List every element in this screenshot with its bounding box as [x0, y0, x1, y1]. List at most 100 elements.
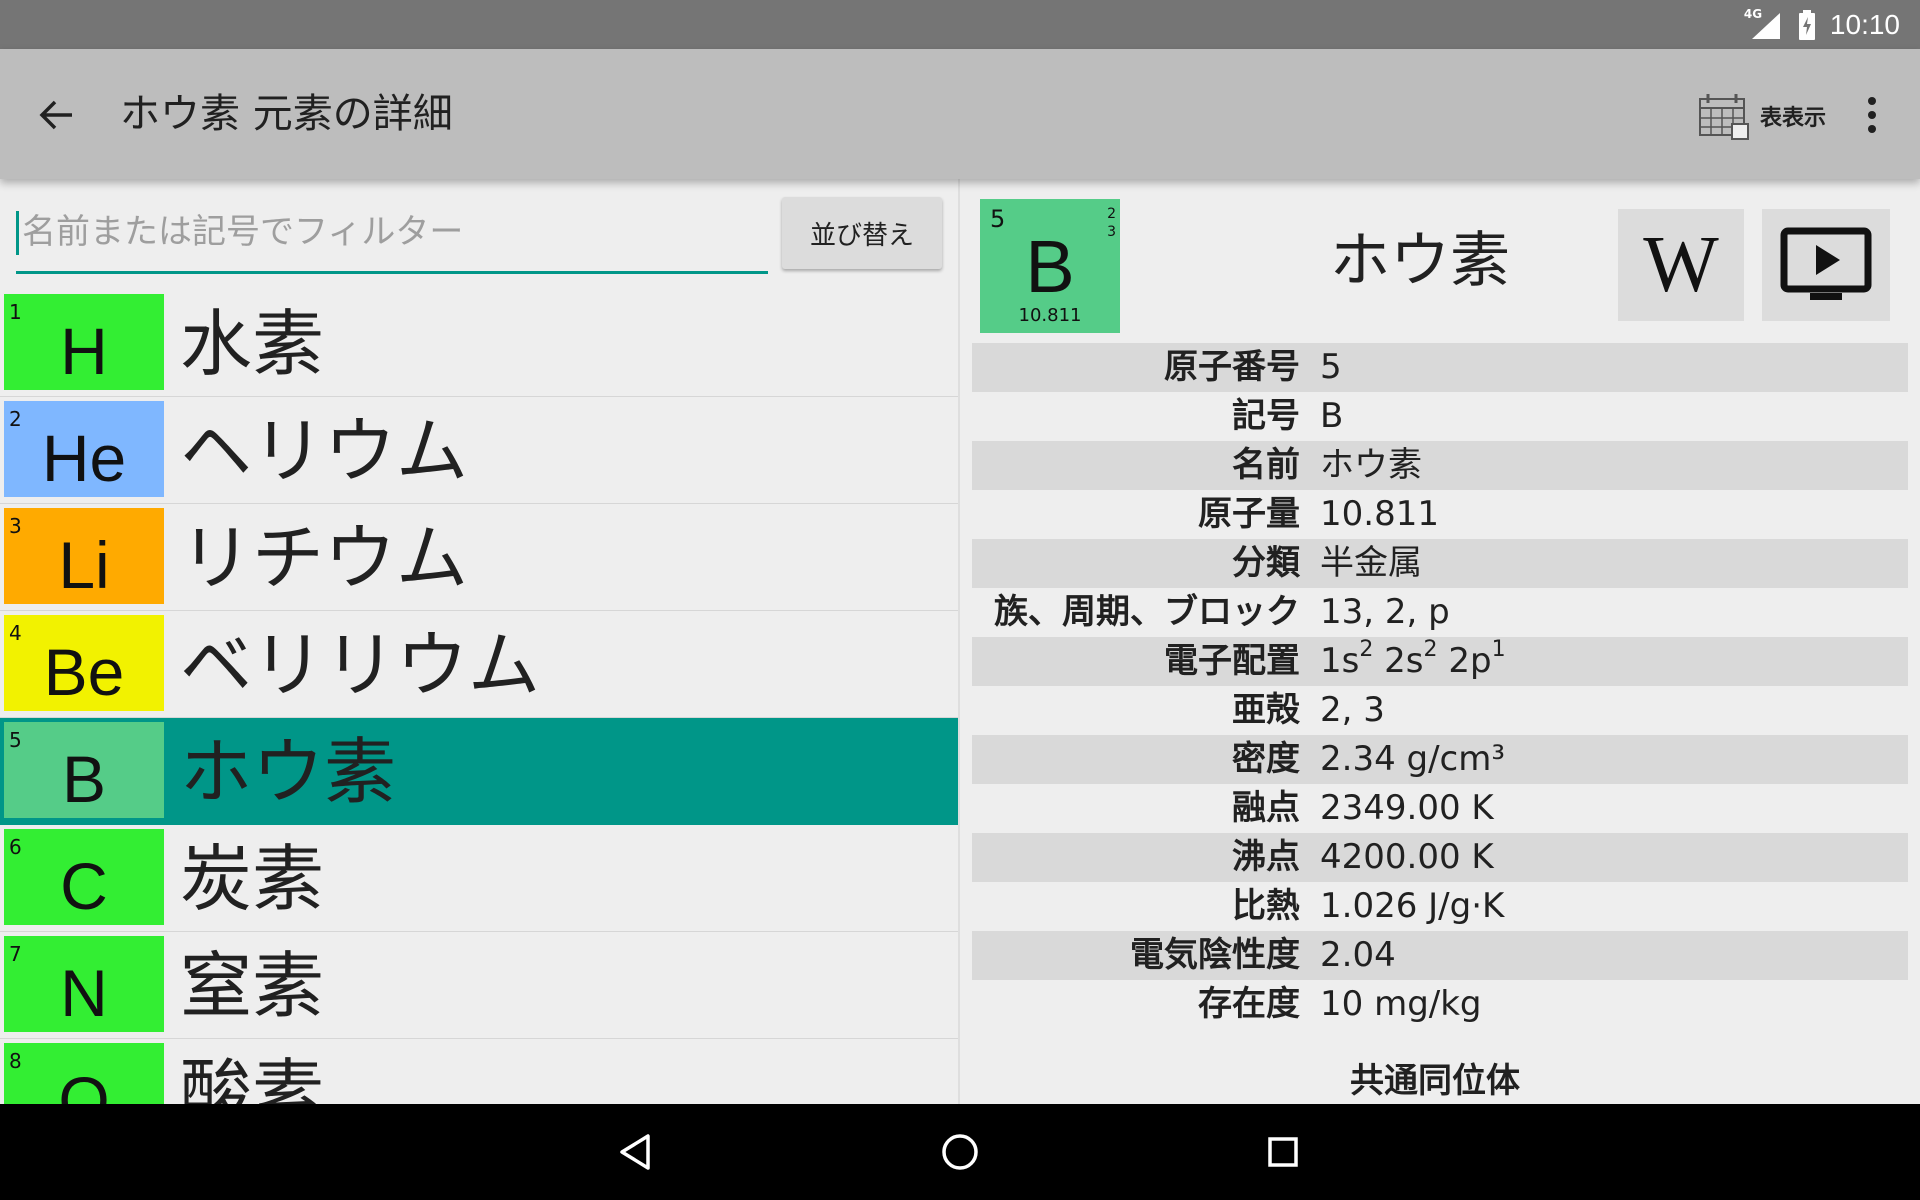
property-row: 亜殻 2, 3 [972, 686, 1908, 735]
electron-count: 2 [1359, 636, 1374, 662]
status-time: 10:10 [1829, 8, 1900, 40]
element-list-item[interactable]: 6 C 炭素 [0, 825, 958, 932]
element-symbol: C [60, 849, 108, 923]
nav-recents-button[interactable] [1253, 1122, 1313, 1182]
property-row: 沸点 4200.00 K [972, 833, 1908, 882]
property-row: 名前 ホウ素 [972, 441, 1908, 490]
element-list-item[interactable]: 7 N 窒素 [0, 932, 958, 1039]
cell-signal-icon: 4G [1744, 7, 1784, 41]
property-row: 記号 B [972, 392, 1908, 441]
property-label: 電子配置 [1164, 641, 1300, 681]
video-button[interactable] [1762, 209, 1890, 321]
shell-count: 2 [1107, 206, 1116, 222]
page-title: ホウ素 元素の詳細 [120, 91, 453, 137]
element-name: ヘリウム [180, 409, 469, 493]
app-bar: ホウ素 元素の詳細 表表示 [0, 49, 1920, 179]
filter-field [16, 197, 768, 274]
wikipedia-icon: W [1643, 221, 1719, 309]
nav-home-button[interactable] [930, 1122, 990, 1182]
element-tile: 5 2 3 B 10.811 [980, 199, 1120, 333]
property-label: 名前 [1232, 445, 1300, 485]
property-value: 2.04 [1320, 935, 1396, 975]
element-name: ホウ素 [180, 730, 397, 814]
property-row: 存在度 10 mg/kg [972, 980, 1908, 1029]
text-cursor [16, 211, 19, 255]
element-tile: 4 Be [4, 615, 164, 711]
property-row: 原子番号 5 [972, 343, 1908, 392]
navigation-bar [0, 1104, 1920, 1200]
electron-count: 2 [1423, 636, 1438, 662]
property-row: 比熱 1.026 J/g·K [972, 882, 1908, 931]
back-button[interactable] [28, 87, 84, 143]
property-value: 4200.00 K [1320, 837, 1494, 877]
wikipedia-button[interactable]: W [1618, 209, 1744, 321]
element-tile: 7N [4, 936, 164, 1032]
circle-home-icon [942, 1134, 978, 1170]
orbital: 2s [1384, 641, 1424, 681]
element-detail-pane: 5 2 3 B 10.811 ホウ素 W 原子番号 5 記号 B 名前 ホウ素 原子量 10.… [960, 179, 1920, 1104]
orbital: 1s [1320, 641, 1360, 681]
nav-back-button[interactable] [606, 1122, 666, 1182]
property-label: 原子量 [1198, 494, 1300, 534]
table-view-label: 表表示 [1760, 106, 1827, 131]
filter-input[interactable] [16, 197, 762, 267]
property-value: 2349.00 K [1320, 788, 1494, 828]
sort-button[interactable]: 並び替え [782, 197, 942, 269]
property-value: 5 [1320, 347, 1342, 387]
electron-count: 1 [1491, 636, 1506, 662]
property-label: 亜殻 [1232, 690, 1300, 730]
property-value: ホウ素 [1320, 445, 1422, 485]
element-list-item[interactable]: 2 He ヘリウム [0, 397, 958, 504]
element-list-item[interactable]: 8 O 酸素 [0, 1039, 958, 1104]
triangle-back-icon [620, 1134, 650, 1170]
element-symbol: He [41, 421, 127, 495]
square-recents-icon [1268, 1137, 1298, 1167]
video-play-icon [1780, 227, 1872, 300]
element-symbol: Li [58, 528, 110, 602]
status-icons: 4G 10:10 [1744, 0, 1900, 49]
element-list-item[interactable]: 4 Be ベリリウム [0, 611, 958, 718]
property-label: 融点 [1232, 788, 1300, 828]
element-list: 1 H 水素 2 He ヘリウム 3 Li リチウム 4 Be ベリリウム 5 B ホウ素 6 C 炭素 7 N 窒素 8… [0, 290, 958, 1104]
element-tile: 1H [4, 294, 164, 390]
property-value: 1s2 2s2 2p1 [1320, 637, 1506, 686]
element-name: リチウム [180, 516, 469, 600]
property-value: 10.811 [1320, 494, 1439, 534]
orbital: 2p [1448, 641, 1492, 681]
property-value: 半金属 [1320, 543, 1422, 583]
element-list-item[interactable]: 1 H 水素 [0, 290, 958, 397]
status-bar: 4G 10:10 [0, 0, 1920, 49]
more-options-button[interactable] [1850, 87, 1894, 143]
element-list-item[interactable]: 5 B ホウ素 [0, 718, 958, 825]
property-label: 存在度 [1198, 984, 1300, 1024]
property-row: 原子量 10.811 [972, 490, 1908, 539]
element-list-item[interactable]: 3 Li リチウム [0, 504, 958, 611]
property-row: 電気陰性度 2.04 [972, 931, 1908, 980]
element-tile: 2 He [4, 401, 164, 497]
property-row: 融点 2349.00 K [972, 784, 1908, 833]
property-row: 分類 半金属 [972, 539, 1908, 588]
property-value: 1.026 J/g·K [1320, 886, 1505, 926]
property-label: 密度 [1232, 739, 1300, 779]
property-value: 2.34 g/cm³ [1320, 739, 1505, 779]
calendar-grid-icon [1699, 94, 1749, 140]
property-row: 電子配置 1s2 2s2 2p1 [972, 637, 1908, 686]
element-symbol: B [61, 742, 107, 816]
property-label: 沸点 [1232, 837, 1300, 877]
element-name: ホウ素 [1330, 226, 1510, 296]
element-tile: 5B [4, 722, 164, 818]
more-vert-icon [1868, 97, 1876, 105]
property-table: 原子番号 5 記号 B 名前 ホウ素 原子量 10.811 分類 半金属 族、周期、ブロック 13, … [972, 343, 1908, 1029]
isotopes-heading: 共通同位体 [1350, 1061, 1520, 1101]
atomic-mass: 10.811 [1018, 305, 1082, 326]
property-label: 記号 [1232, 396, 1300, 436]
property-label: 分類 [1232, 543, 1300, 583]
element-symbol: N [60, 956, 108, 1030]
property-row: 族、周期、ブロック 13, 2, p [972, 588, 1908, 637]
property-value: 2, 3 [1320, 690, 1385, 730]
table-view-button[interactable]: 表表示 [1698, 89, 1826, 143]
element-name: 炭素 [180, 837, 325, 921]
property-label: 電気陰性度 [1130, 935, 1300, 975]
element-symbol: B [1025, 225, 1075, 308]
element-name: 窒素 [180, 944, 325, 1028]
